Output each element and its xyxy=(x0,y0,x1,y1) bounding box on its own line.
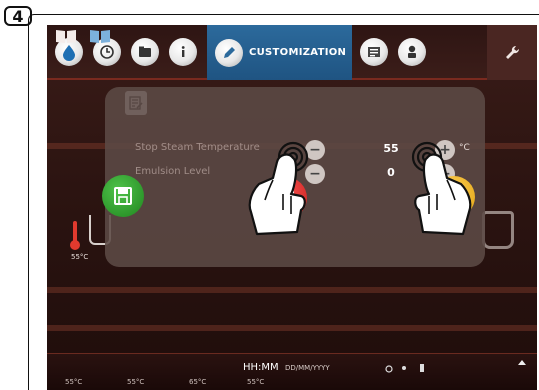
status-bar: 55°C 55°C 65°C 55°C HH:MM DD/MM/YYYY xyxy=(47,353,537,390)
background-shelf xyxy=(47,325,537,331)
setting-label: Stop Steam Temperature xyxy=(135,142,260,153)
status-temperature: 65°C xyxy=(189,378,207,386)
status-date: DD/MM/YYYY xyxy=(285,364,330,372)
dot-icon xyxy=(402,366,406,370)
setting-label: Emulsion Level xyxy=(135,166,211,177)
info-icon[interactable] xyxy=(169,38,197,66)
status-temperature: 55°C xyxy=(65,378,83,386)
book-map-icon[interactable] xyxy=(89,28,111,44)
tab-customization-label: CUSTOMIZATION xyxy=(249,47,347,58)
book-icon[interactable] xyxy=(55,28,77,44)
left-temperature: 55°C xyxy=(71,253,89,261)
wrench-icon[interactable] xyxy=(487,25,537,80)
pointing-hand-icon xyxy=(411,141,472,236)
thermometer-icon xyxy=(70,221,80,250)
user-icon xyxy=(420,364,424,372)
folder-icon[interactable] xyxy=(131,38,159,66)
save-button[interactable] xyxy=(102,175,144,217)
cup-icon xyxy=(482,211,514,249)
chevron-up-icon[interactable] xyxy=(517,358,527,368)
background-shelf xyxy=(47,287,537,293)
tab-customization[interactable]: CUSTOMIZATION xyxy=(207,25,352,80)
top-nav-bar: CUSTOMIZATION xyxy=(47,25,537,80)
pencil-icon xyxy=(215,38,243,67)
wifi-icon xyxy=(385,365,393,373)
status-temperature: 55°C xyxy=(247,378,265,386)
status-temperature: 55°C xyxy=(127,378,145,386)
list-icon[interactable] xyxy=(360,38,388,66)
chef-icon[interactable] xyxy=(398,38,426,66)
status-time: HH:MM xyxy=(243,362,279,373)
floppy-disk-icon xyxy=(114,187,132,205)
pointing-hand-icon xyxy=(248,141,309,236)
